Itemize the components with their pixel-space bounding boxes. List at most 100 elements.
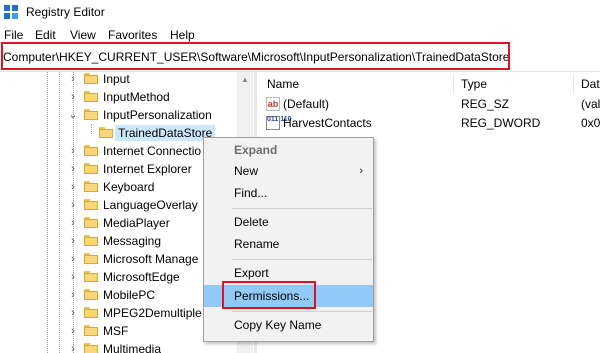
tree-item-msf[interactable]: › MSF xyxy=(0,322,237,340)
context-menu: Expand New › Find... Delete Rename Export… xyxy=(203,137,374,342)
tree-item-label: InputMethod xyxy=(103,90,170,104)
tree-item-traineddatastore[interactable]: TrainedDataStore xyxy=(0,124,237,142)
menu-item-label: Copy Key Name xyxy=(234,318,322,332)
tree-item-multimedia[interactable]: › Multimedia xyxy=(0,340,237,353)
tree-item-inputmethod[interactable]: › InputMethod xyxy=(0,88,237,106)
folder-icon xyxy=(84,253,98,264)
menu-bar: File Edit View Favorites Help xyxy=(0,27,600,43)
folder-icon xyxy=(84,217,98,228)
value-data: 0x0 xyxy=(581,116,600,130)
string-value-icon: ab xyxy=(266,97,280,111)
folder-icon xyxy=(84,181,98,192)
tree-item-label: Multimedia xyxy=(103,342,162,353)
value-type: REG_DWORD xyxy=(461,116,541,130)
menu-item-label: Rename xyxy=(234,237,280,251)
value-row-harvestcontacts[interactable]: 011 110 HarvestContacts REG_DWORD 0x0 xyxy=(257,114,600,132)
menu-help[interactable]: Help xyxy=(170,28,195,42)
tree-item-messaging[interactable]: › Messaging xyxy=(0,232,237,250)
chevron-right-icon[interactable]: › xyxy=(68,304,78,322)
folder-icon xyxy=(84,235,98,246)
folder-icon xyxy=(84,271,98,282)
tree-item-inputpersonalization[interactable]: ⌄ InputPersonalization xyxy=(0,106,237,124)
menu-separator xyxy=(232,311,372,312)
title-bar: Registry Editor xyxy=(0,0,600,26)
chevron-right-icon[interactable]: › xyxy=(68,268,78,286)
value-name: (Default) xyxy=(283,97,330,111)
tree-item-microsoft-management[interactable]: › Microsoft Manage xyxy=(0,250,237,268)
folder-icon xyxy=(84,163,98,174)
tree-item-label: MPEG2Demultiple xyxy=(103,306,202,320)
tree-item-label: MediaPlayer xyxy=(103,216,170,230)
folder-icon xyxy=(84,307,98,318)
tree-item-keyboard[interactable]: › Keyboard xyxy=(0,178,237,196)
menu-item-label: Expand xyxy=(234,143,278,157)
folder-icon xyxy=(99,127,113,138)
menu-view[interactable]: View xyxy=(70,28,96,42)
menu-item-label: Delete xyxy=(234,215,269,229)
column-divider[interactable] xyxy=(573,74,574,94)
column-header-data[interactable]: Dat xyxy=(581,74,600,94)
tree-item-languageoverlay[interactable]: › LanguageOverlay xyxy=(0,196,237,214)
menu-separator xyxy=(232,259,372,260)
tree-item-label: Input xyxy=(103,72,130,86)
menu-file[interactable]: File xyxy=(4,28,23,42)
chevron-right-icon[interactable]: › xyxy=(68,88,78,106)
tree-item-label: MSF xyxy=(103,324,129,338)
permissions-annotation-box xyxy=(222,281,316,309)
tree-item-label: Internet Connectio xyxy=(103,144,202,158)
tree-item-internet-explorer[interactable]: › Internet Explorer xyxy=(0,160,237,178)
chevron-right-icon[interactable]: › xyxy=(68,160,78,178)
column-header-type[interactable]: Type xyxy=(461,74,487,94)
chevron-right-icon[interactable]: › xyxy=(68,340,78,353)
folder-icon xyxy=(84,325,98,336)
tree-item-internet-connection[interactable]: › Internet Connectio xyxy=(0,142,237,160)
tree-item-mpeg2demultiplexer[interactable]: › MPEG2Demultiple xyxy=(0,304,237,322)
menu-favorites[interactable]: Favorites xyxy=(108,28,157,42)
tree-item-label: MicrosoftEdge xyxy=(103,270,180,284)
folder-icon xyxy=(84,289,98,300)
folder-icon xyxy=(84,73,98,84)
tree-item-label: MobilePC xyxy=(103,288,156,302)
menu-item-new[interactable]: New › xyxy=(204,160,373,182)
menu-item-delete[interactable]: Delete xyxy=(204,211,373,233)
menu-item-expand: Expand xyxy=(204,139,373,161)
tree-item-label: InputPersonalization xyxy=(103,108,212,122)
tree-item-mediaplayer[interactable]: › MediaPlayer xyxy=(0,214,237,232)
chevron-right-icon[interactable]: › xyxy=(68,322,78,340)
tree-item-label-selected: TrainedDataStore xyxy=(115,125,216,141)
menu-edit[interactable]: Edit xyxy=(35,28,56,42)
value-name: HarvestContacts xyxy=(283,116,372,130)
value-data: (val xyxy=(581,97,600,111)
chevron-right-icon[interactable]: › xyxy=(68,250,78,268)
chevron-right-icon[interactable]: › xyxy=(68,196,78,214)
column-divider[interactable] xyxy=(453,74,454,94)
menu-item-rename[interactable]: Rename xyxy=(204,233,373,255)
tree-item-label: LanguageOverlay xyxy=(103,198,198,212)
menu-item-label: New xyxy=(234,164,259,178)
chevron-right-icon[interactable]: › xyxy=(68,286,78,304)
folder-open-icon xyxy=(84,109,98,120)
tree-item-input[interactable]: › Input xyxy=(0,72,237,88)
folder-icon xyxy=(84,91,98,102)
chevron-right-icon[interactable]: › xyxy=(68,142,78,160)
chevron-right-icon[interactable]: › xyxy=(68,214,78,232)
folder-icon xyxy=(84,145,98,156)
chevron-down-icon[interactable]: ⌄ xyxy=(68,106,78,124)
tree-item-label: Keyboard xyxy=(103,180,155,194)
menu-item-find[interactable]: Find... xyxy=(204,182,373,204)
value-row-default[interactable]: ab (Default) REG_SZ (val xyxy=(257,95,600,113)
column-header-name[interactable]: Name xyxy=(267,74,299,94)
chevron-right-icon[interactable]: › xyxy=(68,72,78,88)
value-type: REG_SZ xyxy=(461,97,510,111)
tree-item-microsoftedge[interactable]: › MicrosoftEdge xyxy=(0,268,237,286)
binary-value-icon: 011 110 xyxy=(266,116,292,130)
menu-item-copy-key-name[interactable]: Copy Key Name xyxy=(204,314,373,336)
tree-item-mobilepc[interactable]: › MobilePC xyxy=(0,286,237,304)
chevron-right-icon[interactable]: › xyxy=(68,178,78,196)
chevron-right-icon[interactable]: › xyxy=(68,232,78,250)
menu-item-label: Find... xyxy=(234,186,268,200)
scroll-up-arrow-icon[interactable]: ▲ xyxy=(237,74,253,86)
menu-separator xyxy=(232,208,372,209)
address-annotation-box xyxy=(1,42,510,70)
tree-item-label: Internet Explorer xyxy=(103,162,192,176)
